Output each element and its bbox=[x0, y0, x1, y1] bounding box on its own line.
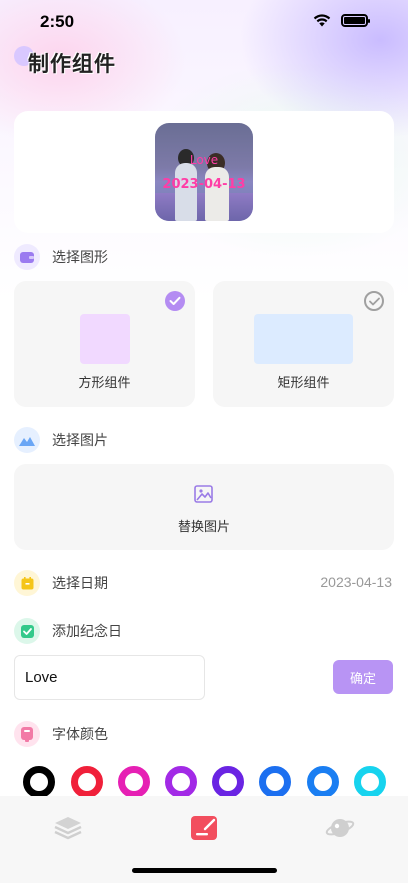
tab-bar bbox=[0, 796, 408, 883]
edit-widget-icon bbox=[191, 816, 217, 840]
checkmark-icon bbox=[165, 291, 185, 311]
font-color-swatch-black[interactable] bbox=[23, 766, 55, 798]
section-image-label: 选择图片 bbox=[52, 433, 108, 449]
section-shape-label: 选择图形 bbox=[52, 250, 108, 266]
check-square-icon bbox=[14, 618, 40, 644]
tab-planet[interactable] bbox=[320, 808, 360, 848]
planet-icon bbox=[325, 819, 355, 837]
shape-option-rectangle[interactable]: 矩形组件 bbox=[213, 281, 394, 407]
page-title: 制作组件 bbox=[28, 52, 116, 76]
status-icons bbox=[313, 14, 370, 27]
section-shape-header: 选择图形 bbox=[14, 244, 108, 270]
widget-preview-image[interactable]: Love 2023-04-13 bbox=[155, 123, 253, 221]
anniversary-text-input[interactable] bbox=[14, 655, 205, 700]
font-color-swatch-violet[interactable] bbox=[212, 766, 244, 798]
shape-option-label: 矩形组件 bbox=[277, 376, 330, 391]
wifi-icon bbox=[313, 14, 331, 27]
replace-image-icon bbox=[193, 483, 215, 509]
section-anniversary-label: 添加纪念日 bbox=[52, 624, 122, 640]
shape-option-label: 方形组件 bbox=[78, 376, 131, 391]
calendar-icon bbox=[14, 570, 40, 596]
section-anniversary-header: 添加纪念日 bbox=[14, 618, 122, 644]
palette-icon bbox=[14, 721, 40, 747]
font-color-swatch-purple[interactable] bbox=[165, 766, 197, 798]
section-image-header: 选择图片 bbox=[14, 427, 108, 453]
wallet-icon bbox=[14, 244, 40, 270]
rectangle-shape-preview bbox=[254, 314, 353, 364]
tab-edit-widget[interactable] bbox=[184, 808, 224, 848]
home-indicator bbox=[132, 868, 277, 873]
font-color-swatch-cyan[interactable] bbox=[354, 766, 386, 798]
tab-layers[interactable] bbox=[48, 808, 88, 848]
section-font-color-label: 字体颜色 bbox=[52, 727, 108, 743]
preview-overlay-date: 2023-04-13 bbox=[162, 177, 246, 192]
selected-date-value[interactable]: 2023-04-13 bbox=[320, 574, 392, 590]
shape-option-square[interactable]: 方形组件 bbox=[14, 281, 195, 407]
replace-image-label: 替换图片 bbox=[177, 520, 230, 535]
square-shape-preview bbox=[80, 314, 130, 364]
widget-preview-card: Love 2023-04-13 bbox=[14, 111, 394, 233]
section-date-header[interactable]: 选择日期 bbox=[14, 570, 108, 596]
unchecked-circle-icon bbox=[364, 291, 384, 311]
font-color-swatch-red[interactable] bbox=[71, 766, 103, 798]
mountain-image-icon bbox=[14, 427, 40, 453]
replace-image-button[interactable]: 替换图片 bbox=[14, 464, 394, 550]
font-color-swatch-blue[interactable] bbox=[259, 766, 291, 798]
status-time: 2:50 bbox=[40, 12, 75, 31]
font-color-swatch-azure[interactable] bbox=[307, 766, 339, 798]
layers-icon bbox=[54, 817, 82, 840]
section-font-color-header: 字体颜色 bbox=[14, 721, 108, 747]
section-date-label: 选择日期 bbox=[52, 576, 108, 592]
font-color-swatch-magenta[interactable] bbox=[118, 766, 150, 798]
preview-overlay-title: Love bbox=[189, 153, 219, 167]
battery-icon bbox=[341, 14, 370, 27]
confirm-button[interactable]: 确定 bbox=[333, 660, 393, 694]
